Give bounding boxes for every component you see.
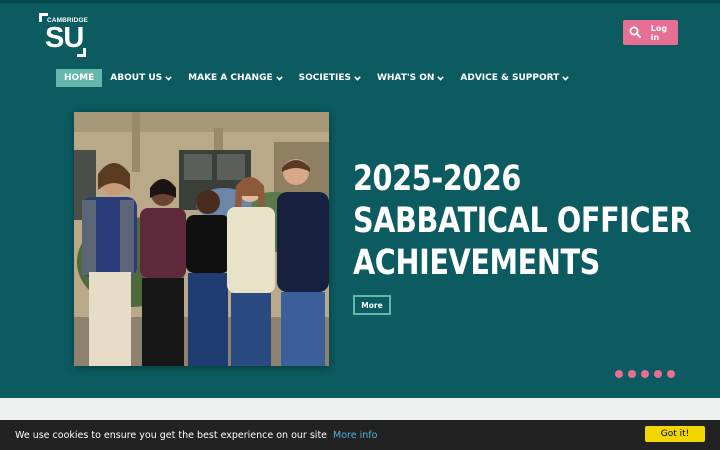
- carousel-dot[interactable]: [628, 370, 636, 378]
- cookie-message-container: We use cookies to ensure you get the bes…: [15, 430, 377, 441]
- nav-item-label: MAKE A CHANGE: [188, 73, 273, 83]
- top-border: [0, 0, 720, 3]
- more-button[interactable]: More: [353, 295, 391, 315]
- chevron-down-icon: [165, 75, 172, 81]
- nav-item-label: ABOUT US: [110, 73, 163, 83]
- chevron-down-icon: [275, 75, 283, 81]
- nav-item-home[interactable]: HOME: [56, 69, 103, 87]
- login-button[interactable]: Log in: [651, 24, 678, 42]
- search-icon[interactable]: [623, 20, 645, 45]
- site-logo[interactable]: CAMBRIDGE SU: [38, 12, 88, 58]
- headline-line: 2025-2026: [353, 159, 521, 199]
- headline-line: SABBATICAL OFFICER: [353, 201, 692, 241]
- hero-photo: [74, 112, 329, 366]
- nav-item-label: WHAT'S ON: [376, 73, 435, 83]
- nav-item-societies[interactable]: SOCIETIES: [291, 69, 369, 87]
- carousel-dot[interactable]: [667, 370, 675, 378]
- hero-headline: 2025-2026 SABBATICAL OFFICER ACHIEVEMENT…: [353, 158, 693, 284]
- hero-section: CAMBRIDGE SU Log in HOME ABOUT US MAKE A…: [0, 0, 720, 398]
- nav-item-about-us[interactable]: ABOUT US: [102, 69, 180, 87]
- carousel-dot[interactable]: [615, 370, 623, 378]
- hero-photo-illustration: [74, 112, 329, 366]
- chevron-down-icon: [562, 75, 570, 81]
- nav-item-whats-on[interactable]: WHAT'S ON: [369, 69, 452, 87]
- main-nav: HOME ABOUT US MAKE A CHANGE SOCIETIES WH…: [56, 69, 577, 87]
- cookie-more-info-link[interactable]: More info: [333, 430, 377, 441]
- chevron-down-icon: [354, 75, 361, 81]
- cookie-banner: We use cookies to ensure you get the bes…: [0, 420, 720, 450]
- carousel-dot[interactable]: [641, 370, 649, 378]
- nav-item-label: SOCIETIES: [298, 73, 351, 83]
- headline-line: ACHIEVEMENTS: [353, 243, 600, 283]
- search-login-group: Log in: [623, 20, 678, 45]
- nav-item-advice-support[interactable]: ADVICE & SUPPORT: [452, 69, 577, 87]
- carousel-dots: [615, 370, 675, 378]
- chevron-down-icon: [437, 75, 445, 81]
- logo-big-text: SU: [45, 22, 84, 54]
- carousel-dot[interactable]: [654, 370, 662, 378]
- cookie-accept-button[interactable]: Got it!: [645, 426, 705, 442]
- nav-item-label: HOME: [64, 73, 95, 83]
- nav-item-make-a-change[interactable]: MAKE A CHANGE: [180, 69, 290, 87]
- cookie-message: We use cookies to ensure you get the bes…: [15, 429, 328, 441]
- nav-item-label: ADVICE & SUPPORT: [460, 73, 560, 83]
